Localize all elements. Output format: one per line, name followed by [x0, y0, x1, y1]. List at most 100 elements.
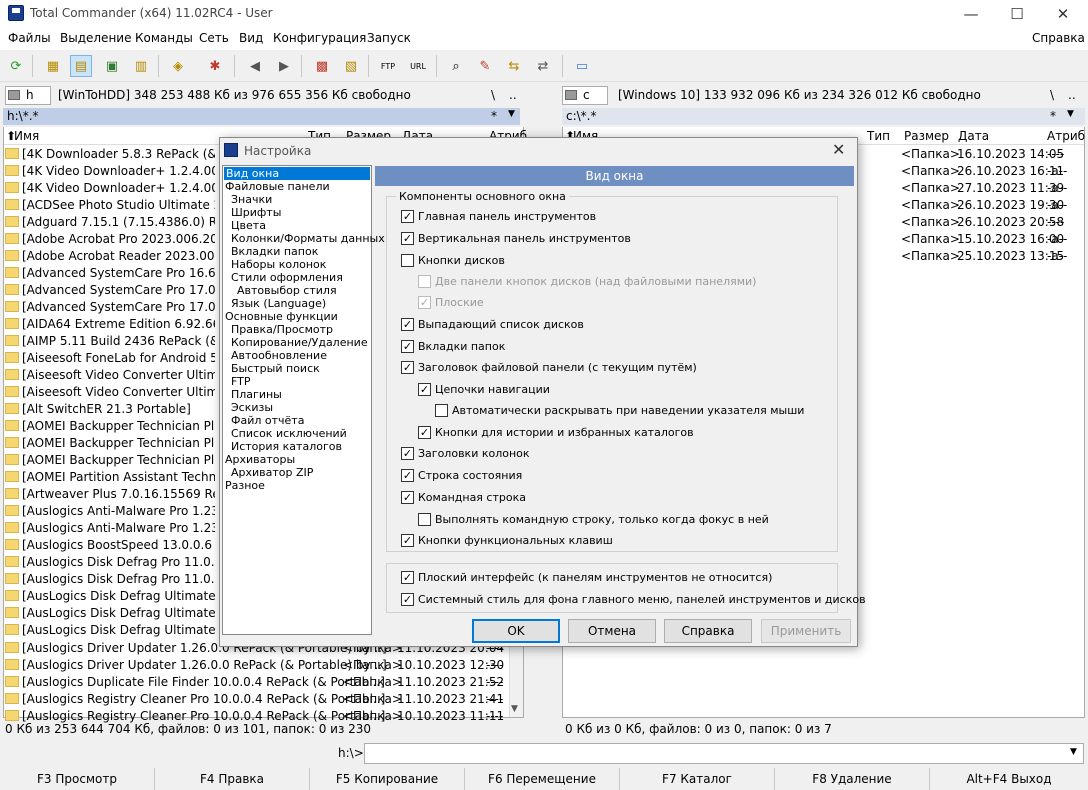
checkbox[interactable]: ✓ [418, 296, 431, 309]
left-history-button[interactable]: * [491, 109, 497, 123]
table-row[interactable]: [AusLogics Disk Defrag Ultimate 4.13. [5, 622, 215, 639]
col-date[interactable]: Дата [958, 129, 989, 143]
checkbox[interactable]: ✓ [401, 232, 414, 245]
forward-arrow-icon[interactable]: ▶ [273, 55, 295, 77]
tree-item[interactable]: Автообновление [231, 349, 327, 362]
invert-selection-icon[interactable]: ✱ [204, 55, 226, 77]
checkbox[interactable]: ✓ [401, 318, 414, 331]
tree-view-icon[interactable]: ▥ [130, 55, 152, 77]
checkbox[interactable] [418, 275, 431, 288]
table-row[interactable]: [Adguard 7.15.1 (7.15.4386.0) RePack [5, 214, 215, 231]
table-row[interactable]: [ACDSee Photo Studio Ultimate 2024 [5, 197, 215, 214]
apply-button[interactable]: Применить [761, 619, 851, 643]
tree-item[interactable]: Основные функции [225, 310, 338, 323]
checkbox[interactable]: ✓ [418, 383, 431, 396]
command-line-input[interactable] [364, 743, 1084, 764]
table-row[interactable]: [Adobe Acrobat Pro 2023.006.20360 R [5, 231, 215, 248]
table-row[interactable]: [Auslogics Disk Defrag Pro 11.0.0.4 Re [5, 571, 215, 588]
tree-item[interactable]: Файловые панели [225, 180, 330, 193]
menu-view[interactable]: Вид [239, 31, 263, 45]
checkbox[interactable]: ✓ [418, 426, 431, 439]
chevron-down-icon[interactable]: ▼ [1070, 747, 1077, 757]
table-row[interactable]: [Auslogics Disk Defrag Pro 11.0.0.4 Re [5, 554, 215, 571]
tree-item[interactable]: Архиватор ZIP [231, 466, 313, 479]
menu-selection[interactable]: Выделение [60, 31, 131, 45]
table-row[interactable]: [Adobe Acrobat Reader 2023.006.2036 [5, 248, 215, 265]
settings-tree[interactable]: Вид окна Файловые панели Значки Шрифты Цвета… [222, 165, 385, 635]
file-size[interactable]: <Папка> [901, 146, 960, 163]
right-path[interactable]: c:\*.* [562, 108, 1085, 125]
menu-network[interactable]: Сеть [199, 31, 229, 45]
brief-view-icon[interactable]: ▦ [42, 55, 64, 77]
menu-configuration[interactable]: Конфигурация [273, 31, 366, 45]
tree-item[interactable]: Быстрый поиск [231, 362, 320, 375]
file-size[interactable]: <Папка> [901, 214, 960, 231]
table-row[interactable]: [AusLogics Disk Defrag Ultimate 4.13. [5, 605, 215, 622]
url-icon[interactable]: URL [407, 55, 429, 77]
checkbox[interactable] [401, 254, 414, 267]
tree-item[interactable]: Наборы колонок [231, 258, 326, 271]
left-path[interactable]: h:\*.* [3, 108, 520, 125]
tree-item[interactable]: Правка/Просмотр [231, 323, 333, 336]
tree-item[interactable]: Цвета [231, 219, 266, 232]
multi-rename-icon[interactable]: ✎ [474, 55, 496, 77]
tree-item[interactable]: История каталогов [231, 440, 342, 453]
minimize-button[interactable]: — [948, 0, 994, 28]
file-size[interactable]: <Папка> [901, 248, 960, 265]
col-name[interactable]: Имя [14, 129, 39, 143]
sync-dirs-icon[interactable]: ⇄ [532, 55, 554, 77]
col-attr[interactable]: Атриб [1047, 129, 1085, 143]
f5-copy-button[interactable]: F5 Копирование [310, 768, 465, 790]
ok-button[interactable]: OK [472, 619, 560, 643]
refresh-icon[interactable]: ⟳ [5, 55, 27, 77]
table-row[interactable]: [AIMP 5.11 Build 2436 RePack (& Port [5, 333, 215, 350]
tree-item[interactable]: Файл отчёта [231, 414, 304, 427]
unpack-icon[interactable]: ▧ [340, 55, 362, 77]
ftp-icon[interactable]: FTP [377, 55, 399, 77]
tree-item[interactable]: Плагины [231, 388, 282, 401]
f7-mkdir-button[interactable]: F7 Каталог [620, 768, 775, 790]
file-size[interactable]: <Папка> [901, 180, 960, 197]
table-row[interactable]: [AOMEI Backupper Technician Plus 7. [5, 452, 215, 469]
table-row[interactable]: [Alt SwitchER 21.3 Portable] [5, 401, 215, 418]
tree-item[interactable]: Эскизы [231, 401, 273, 414]
f6-move-button[interactable]: F6 Перемещение [465, 768, 620, 790]
tree-item[interactable]: Стили оформления [231, 271, 343, 284]
tree-item[interactable]: Язык (Language) [231, 297, 326, 310]
checkbox[interactable]: ✓ [401, 340, 414, 353]
tree-item[interactable]: Колонки/Форматы данных [231, 232, 385, 245]
menu-launch[interactable]: Запуск [367, 31, 411, 45]
close-button[interactable]: ✕ [1040, 0, 1086, 28]
table-row[interactable]: [Aiseesoft Video Converter Ultimate 1 [5, 384, 215, 401]
close-icon[interactable]: ✕ [832, 140, 845, 159]
table-row[interactable]: [AIDA64 Extreme Edition 6.92.6618 Be [5, 316, 215, 333]
table-row[interactable]: [AOMEI Partition Assistant Technician [5, 469, 215, 486]
table-row[interactable]: [Auslogics Anti-Malware Pro 1.23.0.0 [5, 503, 215, 520]
col-size[interactable]: Размер [904, 129, 949, 143]
file-size[interactable]: <Папка> [901, 231, 960, 248]
checkbox[interactable]: ✓ [401, 593, 414, 606]
notepad-icon[interactable]: ▭ [571, 55, 593, 77]
table-row[interactable]: [4K Video Downloader+ 1.2.4.0036 Re [5, 163, 215, 180]
checkbox[interactable] [435, 404, 448, 417]
table-row[interactable]: [Auslogics BoostSpeed 13.0.0.6 RePac [5, 537, 215, 554]
table-row[interactable]: [4K Video Downloader+ 1.2.4.0036 Re [5, 180, 215, 197]
tree-item[interactable]: Шрифты [231, 206, 281, 219]
left-up-button[interactable]: .. [509, 88, 517, 102]
search-icon[interactable]: ⌕ [445, 55, 467, 77]
table-row[interactable]: [Artweaver Plus 7.0.16.15569 RePack ( [5, 486, 215, 503]
tree-item[interactable]: FTP [231, 375, 251, 388]
compare-dirs-icon[interactable]: ⇆ [503, 55, 525, 77]
tree-item[interactable]: Разное [225, 479, 265, 492]
file-size[interactable]: <Папка> [901, 163, 960, 180]
help-button[interactable]: Справка [664, 619, 752, 643]
left-root-button[interactable]: \ [491, 88, 495, 102]
table-row[interactable]: [Advanced SystemCare Pro 17.0.1.107 [5, 282, 215, 299]
table-row[interactable]: [Advanced SystemCare Pro 17.0.1.108 [5, 299, 215, 316]
checkbox[interactable]: ✓ [401, 534, 414, 547]
checkbox[interactable]: ✓ [401, 361, 414, 374]
file-size[interactable]: <Папка> [901, 197, 960, 214]
table-row[interactable]: [Advanced SystemCare Pro 16.6.0.259 [5, 265, 215, 282]
checkbox[interactable]: ✓ [401, 469, 414, 482]
table-row[interactable]: [Auslogics Anti-Malware Pro 1.23.0.0 [5, 520, 215, 537]
